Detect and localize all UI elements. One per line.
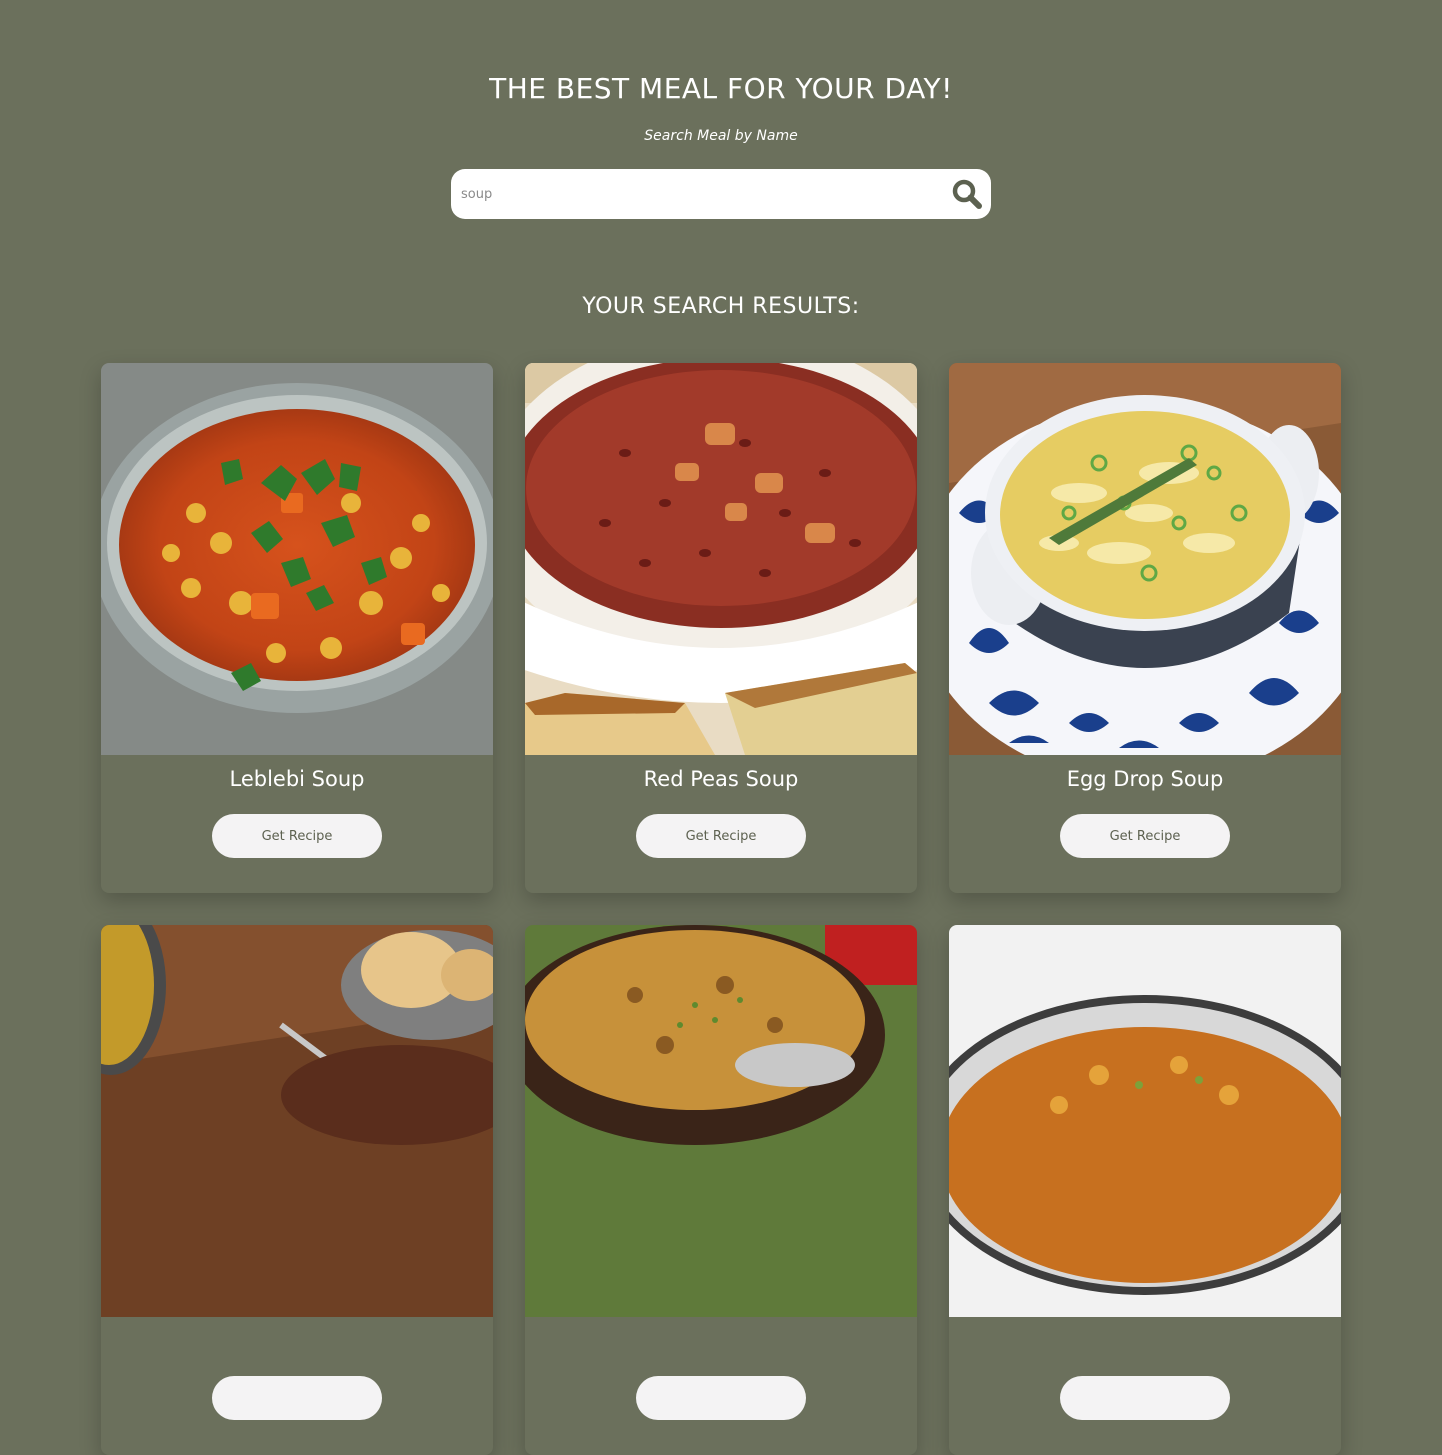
get-recipe-button[interactable]: [212, 1376, 382, 1420]
meal-image[interactable]: [101, 363, 493, 755]
get-recipe-button[interactable]: Get Recipe: [1060, 814, 1230, 858]
meal-name: Egg Drop Soup: [1066, 767, 1224, 791]
meal-image[interactable]: [949, 925, 1341, 1317]
search-button[interactable]: [949, 178, 985, 210]
search-icon: [952, 179, 982, 209]
meal-image[interactable]: [525, 925, 917, 1317]
meal-name: Red Peas Soup: [643, 767, 799, 791]
get-recipe-button[interactable]: [1060, 1376, 1230, 1420]
search-input[interactable]: [461, 169, 931, 219]
search-subtitle: Search Meal by Name: [644, 128, 798, 144]
results-title: YOUR SEARCH RESULTS:: [582, 294, 860, 319]
get-recipe-button[interactable]: Get Recipe: [636, 814, 806, 858]
meal-image[interactable]: [101, 925, 493, 1317]
meal-card: Egg Drop Soup Get Recipe: [949, 363, 1341, 893]
meal-card: Leblebi Soup Get Recipe: [101, 363, 493, 893]
page-title: THE BEST MEAL FOR YOUR DAY!: [489, 72, 953, 105]
meal-image[interactable]: [949, 363, 1341, 755]
search-bar: [451, 169, 991, 219]
meal-card: [949, 925, 1341, 1455]
get-recipe-button[interactable]: Get Recipe: [212, 814, 382, 858]
get-recipe-button[interactable]: [636, 1376, 806, 1420]
meal-card: Red Peas Soup Get Recipe: [525, 363, 917, 893]
meal-card: [101, 925, 493, 1455]
meal-image[interactable]: [525, 363, 917, 755]
meal-name: Leblebi Soup: [229, 767, 365, 791]
meal-card: [525, 925, 917, 1455]
